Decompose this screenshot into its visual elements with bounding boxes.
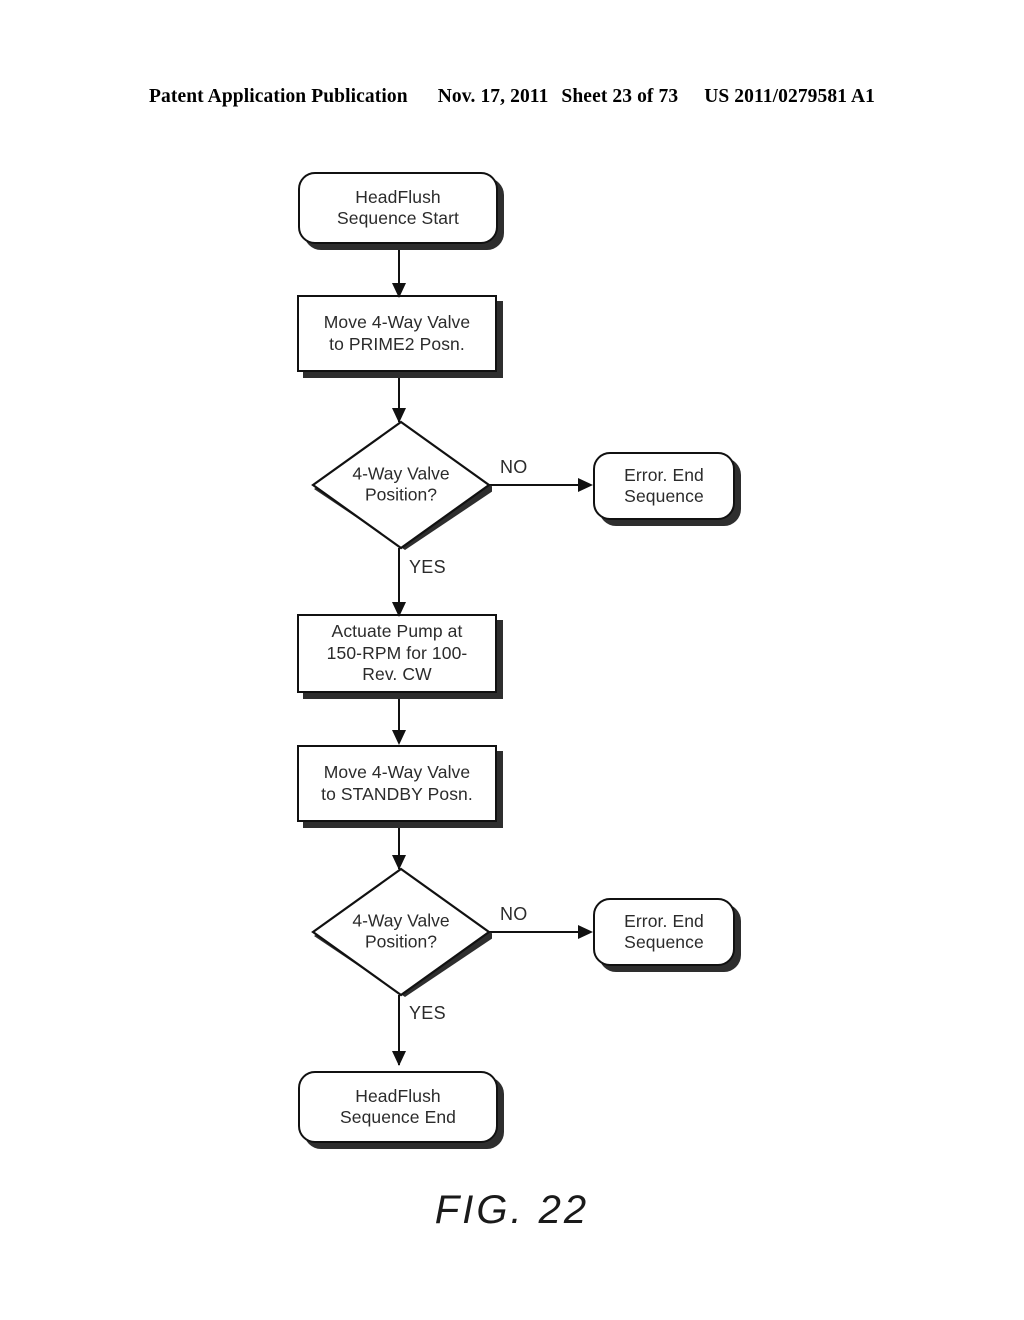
arrowhead-decide1-to-actuate — [392, 602, 406, 617]
error2-node: Error. End Sequence — [593, 898, 735, 966]
move1-node: Move 4-Way Valve to PRIME2 Posn. — [297, 295, 497, 372]
edge-label-no-2: NO — [500, 904, 528, 924]
error2-node-label: Error. End Sequence — [624, 910, 704, 952]
arrowhead-move2-to-decide2 — [392, 855, 406, 870]
arrowhead-actuate-to-move2 — [392, 730, 406, 745]
decide2-node: 4-Way Valve Position? — [310, 866, 492, 998]
move1-node-label: Move 4-Way Valve to PRIME2 Posn. — [323, 312, 471, 354]
arrowhead-decide2-to-error2 — [578, 925, 593, 939]
decide2-diamond-shape — [311, 867, 492, 997]
decide1-node: 4-Way Valve Position? — [310, 419, 492, 551]
decide1-diamond-shape — [311, 420, 492, 550]
arrowhead-start-to-move1 — [392, 283, 406, 298]
actuate-node-label: Actuate Pump at 150-RPM for 100- Rev. CW — [326, 621, 468, 685]
move2-node: Move 4-Way Valve to STANDBY Posn. — [297, 745, 497, 822]
end-node-label: HeadFlush Sequence End — [339, 1085, 457, 1127]
actuate-node: Actuate Pump at 150-RPM for 100- Rev. CW — [297, 614, 497, 693]
arrowhead-move1-to-decide1 — [392, 408, 406, 423]
error1-node: Error. End Sequence — [593, 452, 735, 520]
start-node: HeadFlush Sequence Start — [298, 172, 498, 244]
error1-node-label: Error. End Sequence — [624, 464, 704, 506]
edge-label-no-1: NO — [500, 457, 528, 477]
arrowhead-decide1-to-error1 — [578, 478, 593, 492]
flowchart-diagram: HeadFlush Sequence Start Move 4-Way Valv… — [0, 0, 1024, 1320]
end-node: HeadFlush Sequence End — [298, 1071, 498, 1143]
edge-label-yes-1: YES — [409, 557, 446, 577]
figure-caption: FIG. 22 — [434, 1188, 590, 1232]
start-node-label: HeadFlush Sequence Start — [336, 186, 460, 228]
arrowhead-decide2-to-end — [392, 1051, 406, 1066]
connector-decide2-to-error2 — [489, 931, 579, 933]
edge-label-yes-2: YES — [409, 1003, 446, 1023]
connector-decide1-to-error1 — [489, 484, 579, 486]
move2-node-label: Move 4-Way Valve to STANDBY Posn. — [321, 762, 473, 804]
